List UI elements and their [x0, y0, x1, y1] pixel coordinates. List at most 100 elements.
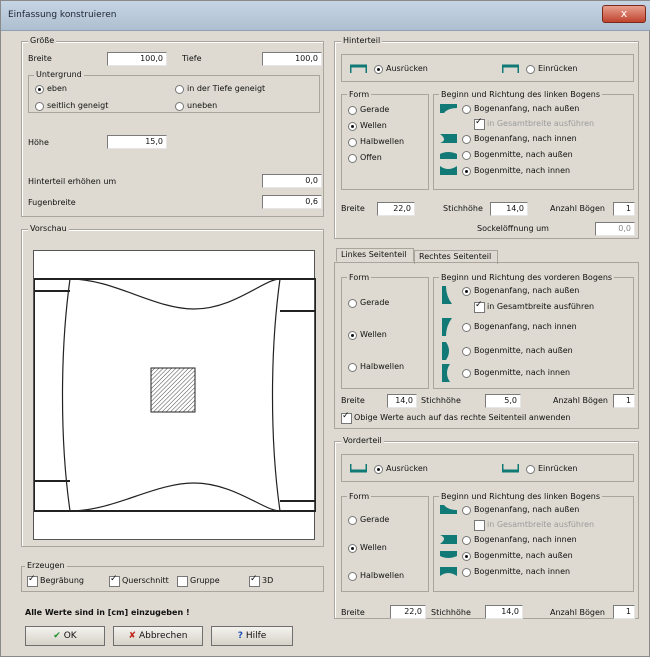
radio-vt-halbwellen[interactable]: Halbwellen — [348, 571, 404, 581]
hinterteil-erhoehen-label: Hinterteil erhöhen um — [28, 177, 117, 186]
st-form-label: Form — [347, 273, 372, 282]
radio-vt-wellen[interactable]: Wellen — [348, 543, 387, 553]
preview-drawing — [33, 278, 317, 512]
st-breite-label: Breite — [341, 396, 365, 405]
close-button[interactable]: x — [602, 5, 646, 23]
radio-st-gerade[interactable]: Gerade — [348, 298, 389, 308]
radio-vt-anfang-innen[interactable]: Bogenanfang, nach innen — [462, 535, 577, 545]
vt-breite-input[interactable]: 22,0 — [390, 605, 426, 619]
seitenteil-panel: Form Gerade Wellen Halbwellen Beginn und… — [334, 262, 639, 429]
st-beginn-label: Beginn und Richtung des vorderen Bogens — [439, 273, 615, 282]
radio-tiefe-geneigt[interactable]: in der Tiefe geneigt — [175, 84, 265, 94]
ok-label: OK — [63, 631, 77, 641]
checkbox-vt-gesamtbreite[interactable]: in Gesamtbreite ausführen — [474, 520, 594, 531]
question-icon: ? — [237, 631, 243, 641]
hinterteil-group: Hinterteil Ausrücken Einrücken Form Gera… — [334, 36, 639, 239]
radio-seitlich-geneigt[interactable]: seitlich geneigt — [35, 101, 108, 111]
help-label: Hilfe — [245, 631, 267, 641]
breite-input[interactable]: 100,0 — [107, 52, 167, 66]
radio-ht-mitte-aussen[interactable]: Bogenmitte, nach außen — [462, 150, 573, 160]
vt-stichhoehe-input[interactable]: 14,0 — [485, 605, 523, 619]
dialog-window: Einfassung konstruieren x Größe Breite 1… — [0, 0, 650, 657]
radio-st-mitte-innen[interactable]: Bogenmitte, nach innen — [462, 368, 570, 378]
st-breite-input[interactable]: 14,0 — [387, 394, 417, 408]
preview-canvas — [33, 250, 317, 540]
tab-linkes-seitenteil[interactable]: Linkes Seitenteil — [336, 248, 414, 262]
erzeugen-label: Erzeugen — [25, 561, 67, 570]
ht-sockel-input[interactable]: 0,0 — [595, 222, 635, 236]
radio-ht-anfang-aussen[interactable]: Bogenanfang, nach außen — [462, 104, 579, 114]
checkbox-begraebung[interactable]: Begräbung — [27, 574, 84, 587]
bogen-icon — [440, 505, 457, 514]
vorschau-group: Vorschau — [21, 224, 324, 547]
radio-st-halbwellen[interactable]: Halbwellen — [348, 362, 404, 372]
tiefe-label: Tiefe — [182, 54, 202, 63]
vt-beginn-label: Beginn und Richtung des linken Bogens — [439, 492, 603, 501]
checkbox-st-gesamtbreite[interactable]: in Gesamtbreite ausführen — [474, 300, 594, 313]
help-button[interactable]: ? Hilfe — [211, 626, 293, 646]
vt-anzahl-input[interactable]: 1 — [613, 605, 635, 619]
hinterteil-erhoehen-input[interactable]: 0,0 — [262, 174, 322, 188]
vorderteil-group: Vorderteil Ausrücken Einrücken Form Gera… — [334, 436, 639, 619]
radio-ht-wellen[interactable]: Wellen — [348, 121, 387, 131]
radio-uneben[interactable]: uneben — [175, 101, 217, 111]
checkbox-rechte-seite[interactable]: Obige Werte auch auf das rechte Seitente… — [341, 411, 570, 424]
einruecken-icon — [502, 464, 519, 473]
title-bar: Einfassung konstruieren x — [1, 1, 650, 31]
tiefe-input[interactable]: 100,0 — [262, 52, 322, 66]
vt-anzahl-label: Anzahl Bögen — [550, 608, 605, 617]
ht-stichhoehe-label: Stichhöhe — [443, 204, 483, 213]
radio-ht-gerade[interactable]: Gerade — [348, 105, 389, 115]
radio-vt-mitte-aussen[interactable]: Bogenmitte, nach außen — [462, 551, 573, 561]
radio-vorderteil-ausruecken[interactable]: Ausrücken — [374, 464, 428, 474]
ht-anzahl-input[interactable]: 1 — [613, 202, 635, 216]
untergrund-group: Untergrund eben in der Tiefe geneigt sei… — [28, 70, 320, 113]
radio-hinterteil-einruecken[interactable]: Einrücken — [526, 64, 577, 74]
bogen-icon — [442, 318, 452, 336]
hoehe-input[interactable]: 15,0 — [107, 135, 167, 149]
radio-st-anfang-innen[interactable]: Bogenanfang, nach innen — [462, 322, 577, 332]
radio-st-mitte-aussen[interactable]: Bogenmitte, nach außen — [462, 346, 573, 356]
ht-sockel-label: Sockelöffnung um — [477, 224, 549, 233]
ht-anzahl-label: Anzahl Bögen — [550, 204, 605, 213]
radio-ht-offen[interactable]: Offen — [348, 153, 382, 163]
ht-breite-input[interactable]: 22,0 — [377, 202, 415, 216]
window-title: Einfassung konstruieren — [8, 10, 117, 20]
ht-stichhoehe-input[interactable]: 14,0 — [490, 202, 528, 216]
st-anzahl-input[interactable]: 1 — [613, 394, 635, 408]
radio-ht-halbwellen[interactable]: Halbwellen — [348, 137, 404, 147]
radio-vt-gerade[interactable]: Gerade — [348, 515, 389, 525]
checkbox-ht-gesamtbreite[interactable]: in Gesamtbreite ausführen — [474, 117, 594, 130]
x-icon: ✘ — [128, 631, 137, 641]
bogen-icon — [440, 166, 457, 175]
groesse-group: Größe Breite 100,0 Tiefe 100,0 Untergrun… — [21, 36, 324, 217]
vt-form-group: Form Gerade Wellen Halbwellen — [341, 492, 429, 592]
vt-form-label: Form — [347, 492, 372, 501]
close-icon: x — [620, 7, 628, 20]
groesse-label: Größe — [28, 36, 57, 45]
radio-eben[interactable]: eben — [35, 84, 67, 94]
erzeugen-group: Erzeugen Begräbung Querschnitt Gruppe 3D — [21, 561, 324, 592]
bogen-icon — [442, 364, 450, 382]
radio-st-anfang-aussen[interactable]: Bogenanfang, nach außen — [462, 286, 579, 296]
cancel-button[interactable]: ✘ Abbrechen — [113, 626, 203, 646]
checkbox-3d[interactable]: 3D — [249, 574, 273, 587]
ok-button[interactable]: ✔ OK — [25, 626, 105, 646]
radio-ht-anfang-innen[interactable]: Bogenanfang, nach innen — [462, 134, 577, 144]
ausruecken-icon — [350, 464, 367, 473]
fugenbreite-input[interactable]: 0,6 — [262, 195, 322, 209]
radio-vt-mitte-innen[interactable]: Bogenmitte, nach innen — [462, 567, 570, 577]
checkbox-gruppe[interactable]: Gruppe — [177, 576, 220, 587]
radio-hinterteil-ausruecken[interactable]: Ausrücken — [374, 64, 428, 74]
radio-ht-mitte-innen[interactable]: Bogenmitte, nach innen — [462, 166, 570, 176]
hinterteil-form-group: Form Gerade Wellen Halbwellen Offen — [341, 90, 429, 190]
radio-st-wellen[interactable]: Wellen — [348, 330, 387, 340]
checkbox-querschnitt[interactable]: Querschnitt — [109, 574, 169, 587]
bogen-icon — [442, 286, 452, 304]
bogen-icon — [440, 567, 457, 576]
radio-vorderteil-einruecken[interactable]: Einrücken — [526, 464, 577, 474]
radio-vt-anfang-aussen[interactable]: Bogenanfang, nach außen — [462, 505, 579, 515]
st-stichhoehe-input[interactable]: 5,0 — [485, 394, 521, 408]
hoehe-label: Höhe — [28, 138, 49, 147]
bogen-icon — [440, 551, 457, 558]
